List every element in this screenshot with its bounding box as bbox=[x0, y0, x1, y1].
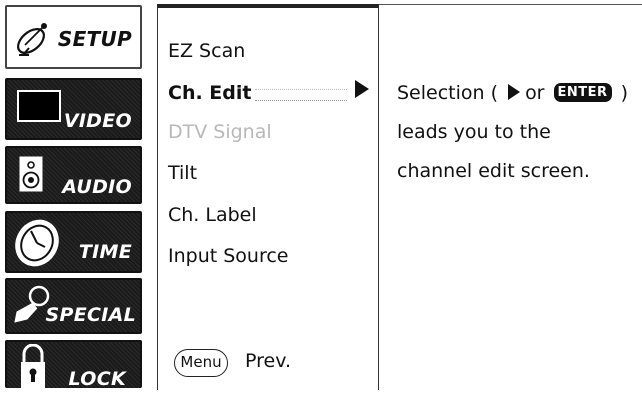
menu-item-ch-label[interactable]: Ch. Label bbox=[168, 204, 257, 226]
tab-audio[interactable]: AUDIO bbox=[5, 146, 142, 204]
tab-special[interactable]: SPECIAL bbox=[5, 278, 142, 334]
prev-label: Prev. bbox=[245, 350, 292, 372]
help-prefix: Selection ( bbox=[397, 82, 499, 104]
right-arrow-icon bbox=[508, 84, 521, 100]
tab-label: SPECIAL bbox=[45, 304, 136, 326]
tab-video[interactable]: VIDEO bbox=[5, 78, 142, 140]
submenu-arrow-icon bbox=[355, 80, 369, 98]
help-line-3: channel edit screen. bbox=[397, 160, 590, 182]
menu-item-dtv-signal: DTV Signal bbox=[168, 121, 272, 143]
selection-highlight bbox=[255, 89, 347, 101]
menu-button[interactable]: Menu bbox=[174, 349, 228, 377]
tab-label: VIDEO bbox=[63, 110, 132, 132]
tab-setup[interactable]: SETUP bbox=[5, 5, 142, 69]
tab-lock[interactable]: LOCK bbox=[5, 340, 142, 390]
satellite-dish-icon bbox=[13, 15, 57, 61]
help-suffix: ) bbox=[620, 82, 629, 104]
screen-icon bbox=[17, 90, 61, 128]
tab-label: LOCK bbox=[68, 368, 126, 390]
tab-label: TIME bbox=[78, 241, 132, 263]
clock-icon bbox=[11, 217, 63, 273]
help-line-1: Selection ( or ENTER ) bbox=[397, 82, 628, 105]
tab-time[interactable]: TIME bbox=[5, 211, 142, 273]
tab-label: SETUP bbox=[57, 27, 132, 51]
help-or: or bbox=[525, 82, 545, 104]
enter-key-badge: ENTER bbox=[553, 82, 612, 102]
menu-item-tilt[interactable]: Tilt bbox=[168, 162, 197, 184]
padlock-icon bbox=[19, 343, 47, 394]
help-line-2: leads you to the bbox=[397, 121, 551, 143]
menu-item-ez-scan[interactable]: EZ Scan bbox=[168, 40, 245, 62]
tab-label: AUDIO bbox=[62, 176, 132, 198]
menu-item-input-source[interactable]: Input Source bbox=[168, 245, 289, 267]
top-divider bbox=[379, 4, 642, 5]
speaker-icon bbox=[19, 156, 43, 196]
menu-item-ch-edit[interactable]: Ch. Edit bbox=[168, 82, 251, 104]
